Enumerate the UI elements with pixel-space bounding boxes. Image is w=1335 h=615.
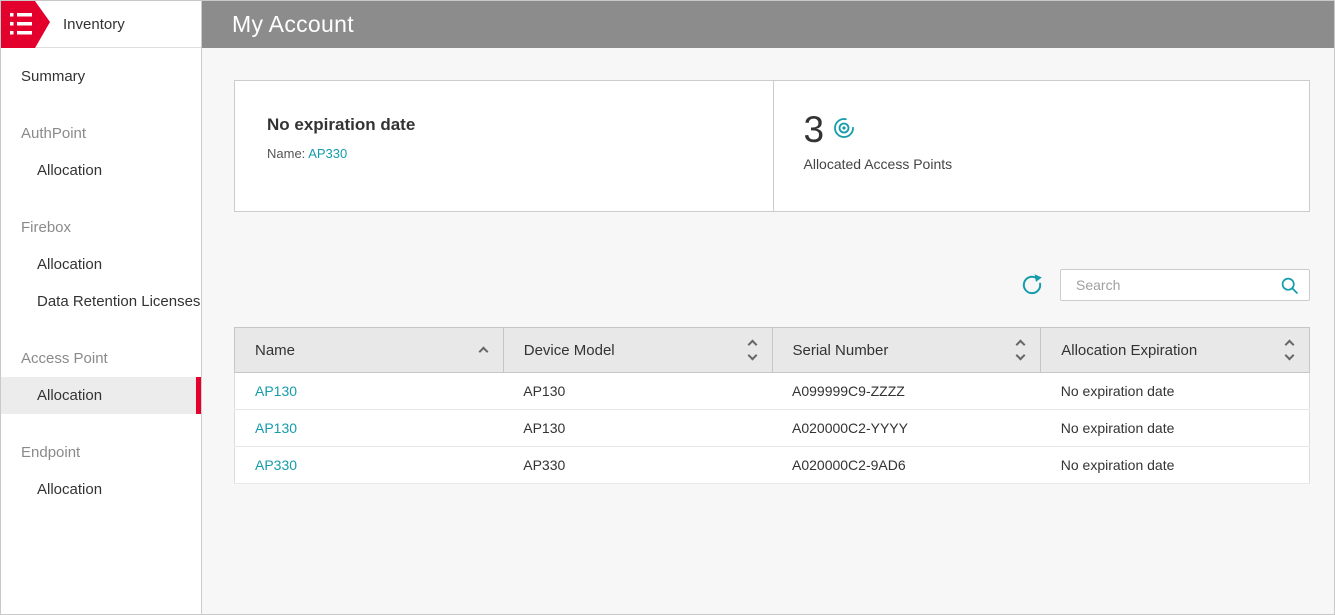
- allocated-label: Allocated Access Points: [803, 156, 953, 172]
- column-header-serial-number[interactable]: Serial Number: [771, 327, 1042, 373]
- device-link[interactable]: AP130: [255, 383, 297, 399]
- cell-name: AP130: [234, 372, 504, 410]
- main-area: My Account No expiration date Name: AP33…: [202, 1, 1334, 614]
- sidebar-item-firebox-allocation[interactable]: Allocation: [1, 246, 201, 283]
- inventory-table: Name Device Model Serial Number Allocati…: [234, 327, 1310, 484]
- access-point-icon: [832, 116, 856, 145]
- refresh-icon[interactable]: [1020, 273, 1044, 297]
- cell-name: AP130: [234, 409, 504, 447]
- cell-serial-number: A099999C9-ZZZZ: [772, 372, 1041, 410]
- sidebar-section-endpoint: Endpoint: [21, 444, 81, 461]
- expiration-card-title: No expiration date: [267, 115, 416, 134]
- column-header-name[interactable]: Name: [234, 327, 504, 373]
- sidebar-section-access-point: Access Point: [21, 350, 108, 367]
- cell-device-model: AP130: [503, 372, 772, 410]
- device-link[interactable]: AP130: [255, 420, 297, 436]
- expiration-name-link[interactable]: AP330: [308, 146, 347, 161]
- sort-icon: [747, 338, 757, 362]
- content: No expiration date Name: AP330 3 Allocat…: [202, 48, 1334, 614]
- cell-device-model: AP130: [503, 409, 772, 447]
- allocated-count: 3: [803, 109, 825, 150]
- cell-name: AP330: [234, 446, 504, 484]
- allocated-card: 3 Allocated Access Points: [774, 81, 1310, 211]
- page-header: My Account: [202, 1, 1334, 48]
- cell-allocation-expiration: No expiration date: [1040, 409, 1310, 447]
- expiration-name-label: Name:: [267, 146, 306, 161]
- sidebar: Inventory Summary AuthPoint Allocation F…: [1, 1, 202, 614]
- table-row: AP130 AP130 A020000C2-YYYY No expiration…: [234, 409, 1310, 447]
- brand-flag-icon[interactable]: [1, 1, 51, 48]
- cell-allocation-expiration: No expiration date: [1040, 372, 1310, 410]
- cell-allocation-expiration: No expiration date: [1040, 446, 1310, 484]
- allocated-count-row: 3: [804, 109, 1310, 151]
- cell-serial-number: A020000C2-9AD6: [772, 446, 1041, 484]
- sidebar-section-authpoint: AuthPoint: [21, 125, 87, 142]
- table-toolbar: [234, 269, 1310, 301]
- sidebar-item-access-point-allocation[interactable]: Allocation: [1, 377, 201, 414]
- cell-serial-number: A020000C2-YYYY: [772, 409, 1041, 447]
- device-link[interactable]: AP330: [255, 457, 297, 473]
- app-window: Inventory Summary AuthPoint Allocation F…: [0, 0, 1335, 615]
- sort-icon: [1284, 338, 1295, 362]
- sidebar-item-authpoint-allocation[interactable]: Allocation: [1, 152, 201, 189]
- column-header-device-model[interactable]: Device Model: [502, 327, 773, 373]
- column-header-allocation-expiration[interactable]: Allocation Expiration: [1040, 327, 1310, 373]
- sidebar-section-firebox: Firebox: [21, 219, 72, 236]
- summary-cards: No expiration date Name: AP330 3 Allocat…: [234, 80, 1310, 212]
- sidebar-header: Inventory: [1, 1, 201, 48]
- search-box: [1060, 269, 1310, 301]
- sidebar-item-endpoint-allocation[interactable]: Allocation: [1, 471, 201, 508]
- sidebar-item-data-retention-licenses[interactable]: Data Retention Licenses: [1, 283, 201, 320]
- brand-label: Inventory: [63, 15, 125, 33]
- sidebar-item-summary[interactable]: Summary: [1, 58, 201, 95]
- page-title: My Account: [232, 11, 354, 37]
- sidebar-nav: Summary AuthPoint Allocation Firebox All…: [1, 48, 201, 508]
- table-row: AP330 AP330 A020000C2-9AD6 No expiration…: [234, 446, 1310, 484]
- cell-device-model: AP330: [503, 446, 772, 484]
- search-icon[interactable]: [1280, 276, 1299, 295]
- table-row: AP130 AP130 A099999C9-ZZZZ No expiration…: [234, 372, 1310, 410]
- expiration-card: No expiration date Name: AP330: [235, 81, 774, 211]
- search-input[interactable]: [1074, 276, 1280, 294]
- sort-icon: [1015, 338, 1026, 362]
- table-header-row: Name Device Model Serial Number Allocati…: [234, 327, 1310, 373]
- sort-asc-icon: [478, 345, 489, 357]
- expiration-card-subtitle: Name: AP330: [267, 146, 773, 161]
